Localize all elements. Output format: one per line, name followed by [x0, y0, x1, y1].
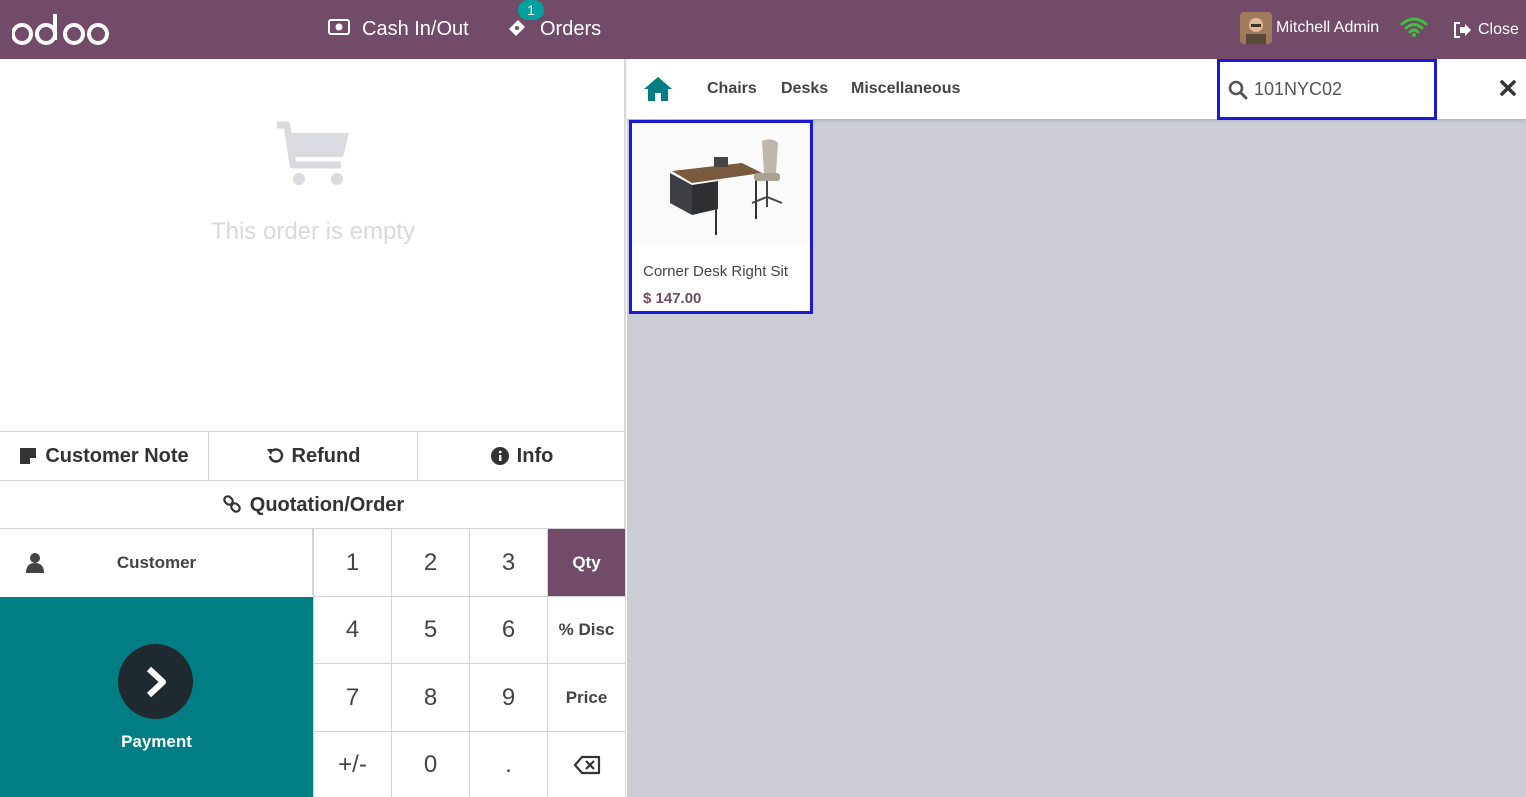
money-icon: [328, 18, 350, 41]
odoo-logo: [12, 14, 109, 45]
refund-label: Refund: [291, 444, 361, 467]
numpad-key-7[interactable]: 7: [313, 663, 391, 731]
category-miscellaneous[interactable]: Miscellaneous: [851, 59, 960, 119]
home-icon[interactable]: [643, 76, 673, 102]
avatar: [1240, 12, 1272, 44]
product-name: Corner Desk Right Sit: [643, 263, 789, 280]
numpad-key-decimal[interactable]: .: [469, 731, 547, 797]
product-price: $ 147.00: [643, 290, 702, 307]
ticket-icon: 1: [506, 0, 544, 44]
numpad-key-9[interactable]: 9: [469, 663, 547, 731]
numpad-key-0[interactable]: 0: [391, 731, 469, 797]
quotation-order-button[interactable]: Quotation/Order: [0, 481, 626, 529]
numpad-key-3[interactable]: 3: [469, 528, 547, 596]
empty-order: This order is empty: [0, 119, 626, 246]
control-buttons-row: Customer Note Refund Info: [0, 431, 626, 480]
orders-count-badge: 1: [518, 0, 544, 20]
user-name: Mitchell Admin: [1276, 19, 1380, 36]
product-card[interactable]: Corner Desk Right Sit $ 147.00: [629, 120, 813, 314]
undo-icon: [266, 447, 284, 465]
link-icon: [222, 495, 242, 515]
category-bar: Chairs Desks Miscellaneous: [627, 59, 1526, 120]
product-panel: Chairs Desks Miscellaneous 101NYC02 Corn…: [627, 59, 1526, 797]
clear-search-icon[interactable]: [1499, 79, 1517, 97]
top-bar: Cash In/Out 1 Orders Mitchell Admin Clos…: [0, 0, 1526, 59]
cash-in-out-label: Cash In/Out: [362, 18, 469, 40]
close-label: Close: [1478, 20, 1519, 38]
info-label: Info: [516, 444, 554, 467]
numpad-key-6[interactable]: 6: [469, 596, 547, 663]
cart-icon: [277, 121, 349, 185]
cash-in-out-button[interactable]: Cash In/Out: [328, 0, 469, 59]
refund-button[interactable]: Refund: [209, 432, 418, 480]
search-icon: [1228, 80, 1248, 99]
numpad-key-4[interactable]: 4: [313, 596, 391, 663]
chevron-right-icon: [118, 644, 193, 719]
customer-note-label: Customer Note: [45, 444, 189, 467]
backspace-icon: [573, 755, 600, 774]
category-chairs[interactable]: Chairs: [707, 59, 757, 119]
mode-price-button[interactable]: Price: [547, 663, 625, 731]
close-button[interactable]: Close: [1452, 0, 1519, 59]
sign-out-icon: [1454, 21, 1471, 38]
customer-button[interactable]: Customer: [0, 528, 313, 596]
numpad-key-5[interactable]: 5: [391, 596, 469, 663]
customer-note-button[interactable]: Customer Note: [0, 432, 209, 480]
note-icon: [19, 447, 37, 465]
category-desks[interactable]: Desks: [781, 59, 828, 119]
orders-label: Orders: [540, 18, 602, 40]
mode-discount-button[interactable]: % Disc: [547, 596, 625, 663]
payment-label: Payment: [121, 732, 192, 751]
product-search: [1217, 59, 1437, 120]
numpad-key-8[interactable]: 8: [391, 663, 469, 731]
wifi-icon: [1400, 17, 1428, 37]
info-icon: [490, 447, 509, 465]
empty-order-message: This order is empty: [210, 218, 416, 245]
search-input[interactable]: [1254, 79, 1424, 100]
payment-button[interactable]: Payment: [0, 597, 313, 797]
numpad-key-plus-minus[interactable]: +/-: [313, 731, 391, 797]
numpad-key-2[interactable]: 2: [391, 528, 469, 596]
order-panel: This order is empty Customer Note Refund…: [0, 59, 626, 797]
numpad-key-1[interactable]: 1: [313, 528, 391, 596]
mode-qty-button[interactable]: Qty: [547, 528, 625, 596]
customer-label: Customer: [116, 552, 197, 572]
product-image: [632, 123, 810, 245]
numpad: 1 2 3 Qty 4 5 6 % Disc 7 8 9 Price +/- 0…: [313, 528, 625, 797]
quotation-row: Quotation/Order: [0, 480, 626, 529]
info-button[interactable]: Info: [418, 432, 626, 480]
orders-button[interactable]: 1 Orders: [506, 0, 601, 59]
user-menu[interactable]: Mitchell Admin: [1240, 12, 1379, 44]
quotation-order-label: Quotation/Order: [249, 493, 405, 516]
backspace-button[interactable]: [547, 731, 625, 797]
